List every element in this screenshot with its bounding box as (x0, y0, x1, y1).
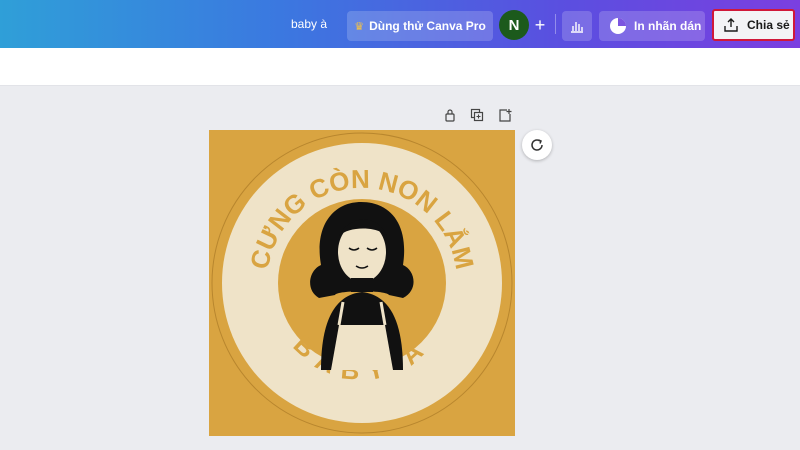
print-stickers-label: In nhãn dán (634, 19, 702, 33)
design-canvas[interactable]: CƯNG CÒN NON LẮM BABY À (209, 130, 515, 436)
sticker-icon (610, 18, 626, 34)
divider (555, 14, 556, 34)
share-button[interactable]: Chia sẻ (712, 9, 795, 41)
context-toolbar (0, 48, 800, 86)
share-upload-icon (724, 18, 738, 32)
lock-icon[interactable] (441, 106, 459, 124)
document-title[interactable]: baby à (291, 17, 327, 31)
user-avatar[interactable]: N (499, 10, 529, 40)
share-label: Chia sẻ (747, 18, 790, 32)
duplicate-icon[interactable] (468, 106, 486, 124)
refresh-icon (531, 139, 543, 151)
try-canva-pro-button[interactable]: ♛ Dùng thử Canva Pro (347, 11, 493, 41)
refresh-button[interactable] (522, 130, 552, 160)
add-person-icon[interactable]: + (530, 12, 550, 38)
crown-icon: ♛ (354, 20, 365, 33)
add-page-icon[interactable] (496, 106, 514, 124)
insights-icon (571, 22, 583, 33)
try-canva-pro-label: Dùng thử Canva Pro (369, 19, 486, 33)
woman-illustration (310, 202, 414, 370)
top-header-bar: baby à ♛ Dùng thử Canva Pro N + In nhãn … (0, 0, 800, 48)
insights-button[interactable] (562, 11, 592, 41)
print-stickers-button[interactable]: In nhãn dán (599, 11, 705, 41)
